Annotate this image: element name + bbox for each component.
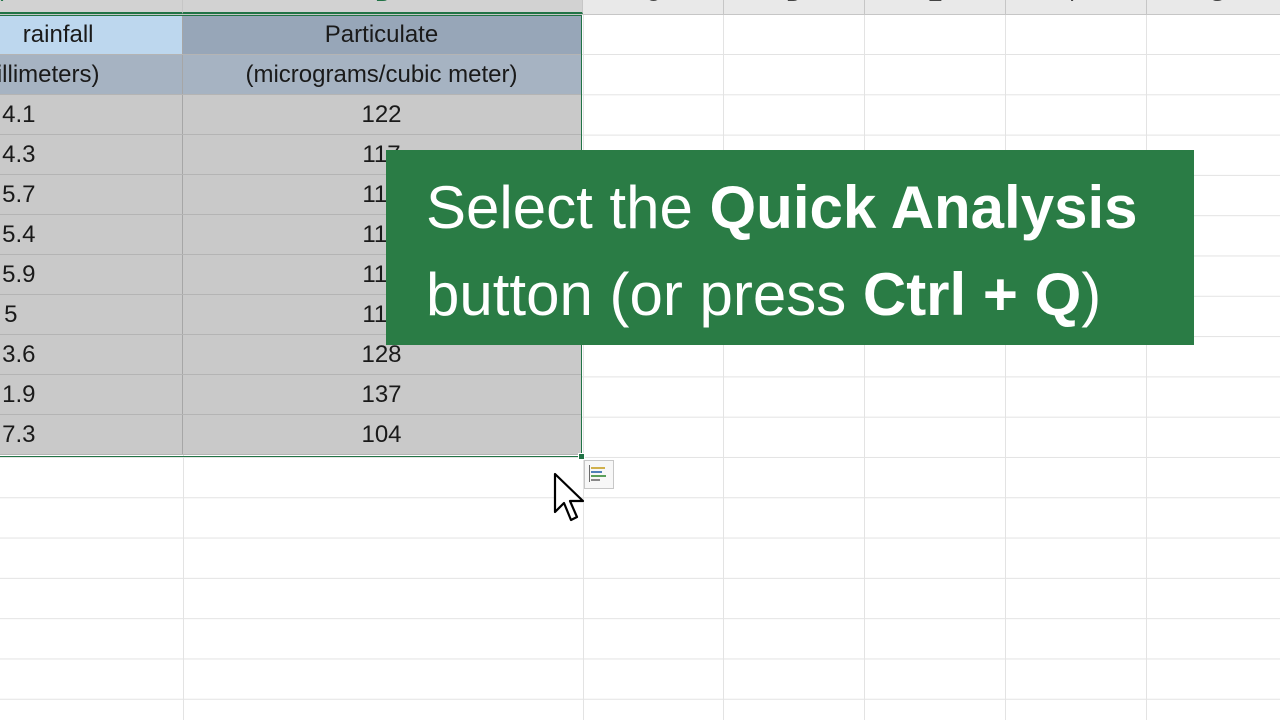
gridline [864, 15, 865, 720]
cell-a[interactable]: 3.6 [0, 334, 183, 375]
fill-handle[interactable] [578, 453, 585, 460]
gridline [723, 15, 724, 720]
cell-value: 5.7 [2, 180, 36, 208]
table-header-row: (millimeters) (micrograms/cubic meter) [0, 54, 582, 95]
quick-analysis-icon [585, 461, 613, 488]
cell-value: 104 [361, 420, 402, 448]
quick-analysis-button[interactable] [584, 460, 614, 489]
column-header-d[interactable]: D [724, 0, 865, 14]
table-row: 7.3 104 [0, 414, 582, 455]
gridline [583, 15, 584, 720]
table-header-row: rainfall Particulate [0, 15, 582, 55]
cell-a[interactable]: 5.4 [0, 214, 183, 255]
cell-b[interactable]: 104 [182, 414, 582, 455]
table-row: 4.1 122 [0, 94, 582, 135]
cell-value: 4.3 [2, 140, 36, 168]
banner-line-2: button (or press Ctrl + Q) [426, 251, 1194, 338]
banner-emphasis: Ctrl + Q [862, 261, 1082, 328]
banner-line-1: Select the Quick Analysis [426, 164, 1194, 251]
column-header-c[interactable]: C [583, 0, 724, 14]
cell-value: 5 [4, 300, 18, 328]
banner-emphasis: Quick Analysis [709, 174, 1138, 241]
table-row: 1.9 137 [0, 374, 582, 415]
cell-value: 3.6 [2, 340, 36, 368]
cell-value: 7.3 [2, 420, 36, 448]
cell-b1[interactable]: Particulate [182, 15, 582, 55]
cell-value: 137 [361, 380, 402, 408]
cell-value: 122 [361, 100, 402, 128]
column-header-e[interactable]: E [865, 0, 1006, 14]
cell-a[interactable]: 1.9 [0, 374, 183, 415]
cell-a[interactable]: 4.1 [0, 94, 183, 135]
cell-a[interactable]: 5.9 [0, 254, 183, 295]
cell-b[interactable]: 122 [182, 94, 582, 135]
column-header-a[interactable]: A [0, 0, 183, 14]
cell-a1-text: rainfall [22, 20, 94, 48]
cell-a2-text: (millimeters) [0, 60, 100, 88]
cell-a[interactable]: 7.3 [0, 414, 183, 455]
cell-value: 5.4 [2, 220, 36, 248]
cell-b2[interactable]: (micrograms/cubic meter) [182, 54, 582, 95]
gridline [1146, 15, 1147, 720]
cell-a[interactable]: 5 [0, 294, 183, 335]
banner-text: ) [1081, 261, 1102, 328]
cell-b2-text: (micrograms/cubic meter) [245, 60, 518, 88]
column-header-g[interactable]: G [1147, 0, 1280, 14]
banner-text: Select the [426, 174, 710, 241]
cell-a2[interactable]: (millimeters) [0, 54, 183, 95]
cell-a[interactable]: 5.7 [0, 174, 183, 215]
column-header-f[interactable]: F [1006, 0, 1147, 14]
gridline [1005, 15, 1006, 720]
cell-value: 5.9 [2, 260, 36, 288]
cell-a1[interactable]: rainfall [0, 15, 183, 55]
cell-a[interactable]: 4.3 [0, 134, 183, 175]
cell-value: 1.9 [2, 380, 36, 408]
cell-value: 4.1 [2, 100, 36, 128]
banner-text: button (or press [426, 261, 863, 328]
cell-b1-text: Particulate [324, 20, 439, 48]
mouse-pointer-icon [552, 472, 588, 526]
instruction-banner: Select the Quick Analysis button (or pre… [386, 150, 1194, 345]
column-header-b[interactable]: B [183, 0, 583, 14]
cell-b[interactable]: 137 [182, 374, 582, 415]
spreadsheet-window: A B C D E F G rainfall Particulate (mill… [0, 0, 1280, 720]
